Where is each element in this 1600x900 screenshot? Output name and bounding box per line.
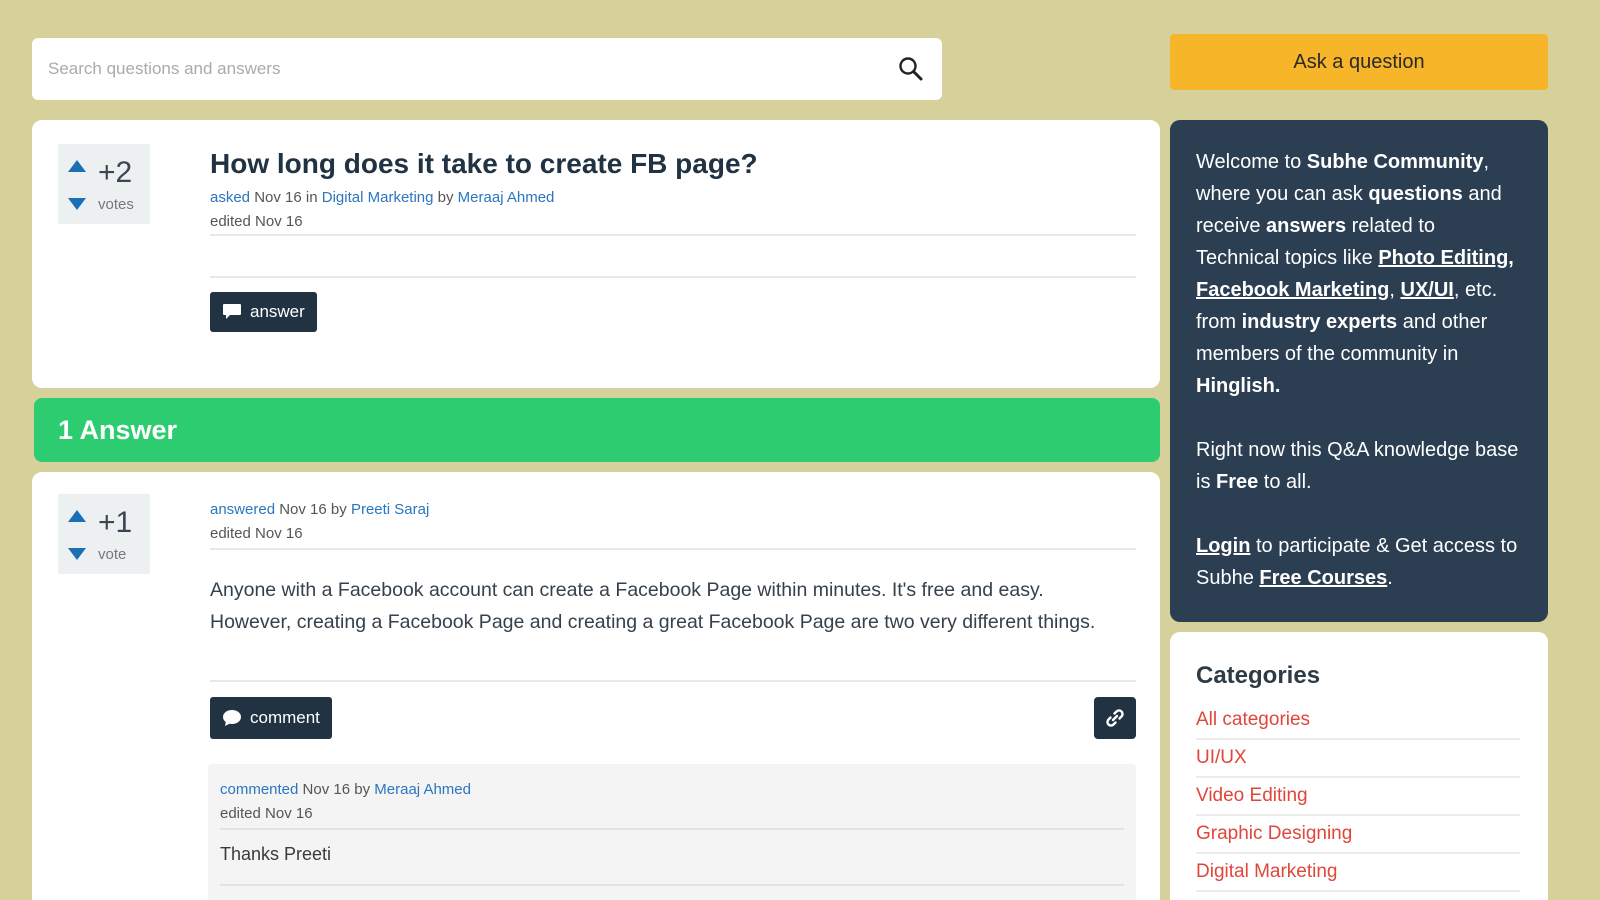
vote-count: +1	[98, 506, 133, 539]
answer-text: Anyone with a Facebook account can creat…	[210, 579, 1096, 633]
questions-highlight: questions	[1368, 183, 1463, 205]
answers-count-header: 1 Answer	[34, 398, 1160, 462]
asked-date: Nov 16	[254, 189, 302, 206]
community-name: Subhe Community	[1306, 151, 1484, 173]
topic-link-ux-ui[interactable]: UX/UI	[1401, 279, 1454, 301]
question-title[interactable]: How long does it take to create FB page?	[210, 148, 758, 180]
vote-count: +2	[98, 156, 133, 189]
search-input[interactable]	[48, 59, 896, 79]
search-bar	[32, 38, 942, 100]
answered-date: Nov 16	[279, 501, 327, 518]
vote-up-icon[interactable]	[68, 160, 86, 172]
free-courses-link[interactable]: Free Courses	[1259, 567, 1387, 589]
comment: commented Nov 16 by Meraaj Ahmed edited …	[208, 764, 1136, 900]
welcome-text: to all.	[1258, 471, 1312, 493]
answers-highlight: answers	[1266, 215, 1347, 237]
welcome-panel: Welcome to Subhe Community, where you ca…	[1170, 120, 1548, 622]
welcome-text: .	[1387, 567, 1393, 589]
categories-title: Categories	[1196, 662, 1321, 689]
edited-date: edited Nov 16	[210, 213, 303, 230]
divider	[220, 828, 1124, 830]
comment-meta: commented Nov 16 by Meraaj Ahmed edited …	[220, 778, 471, 826]
search-icon[interactable]	[896, 54, 926, 84]
divider	[210, 276, 1136, 278]
experts-highlight: industry experts	[1241, 311, 1398, 333]
hinglish-highlight: Hinglish.	[1196, 375, 1281, 397]
divider	[210, 680, 1136, 682]
category-item-all[interactable]: All categories	[1196, 702, 1520, 740]
ask-question-button[interactable]: Ask a question	[1170, 34, 1548, 90]
by-word: by	[354, 781, 371, 798]
topic-separator: ,	[1508, 247, 1514, 269]
topic-link-facebook-marketing[interactable]: Facebook Marketing	[1196, 279, 1389, 301]
vote-down-icon[interactable]	[68, 198, 86, 210]
question-card: +2 votes How long does it take to create…	[32, 120, 1160, 388]
author-link[interactable]: Meraaj Ahmed	[458, 189, 555, 206]
answered-link[interactable]: answered	[210, 501, 275, 518]
category-item-digital-marketing[interactable]: Digital Marketing	[1196, 854, 1520, 892]
topic-link-photo-editing[interactable]: Photo Editing	[1378, 247, 1508, 269]
vote-label: votes	[98, 196, 134, 213]
link-icon	[1106, 709, 1124, 727]
by-word: by	[437, 189, 454, 206]
category-link[interactable]: Digital Marketing	[322, 189, 434, 206]
comment-button-label: comment	[250, 708, 320, 727]
login-link[interactable]: Login	[1196, 535, 1250, 557]
categories-panel: Categories All categories UI/UX Video Ed…	[1170, 632, 1548, 900]
edited-date: edited Nov 16	[220, 805, 313, 822]
welcome-paragraph: Welcome to Subhe Community, where you ca…	[1196, 146, 1522, 402]
share-link-button[interactable]	[1094, 697, 1136, 739]
answer-vote-box: +1 vote	[58, 494, 150, 574]
free-highlight: Free	[1216, 471, 1259, 493]
vote-down-icon[interactable]	[68, 548, 86, 560]
speech-bubble-icon	[223, 710, 241, 726]
welcome-text: Welcome to	[1196, 151, 1307, 173]
question-vote-box: +2 votes	[58, 144, 150, 224]
asked-link[interactable]: asked	[210, 189, 250, 206]
question-meta: asked Nov 16 in Digital Marketing by Mer…	[210, 186, 554, 234]
categories-list: All categories UI/UX Video Editing Graph…	[1196, 702, 1520, 892]
divider	[220, 884, 1124, 886]
login-paragraph: Login to participate & Get access to Sub…	[1196, 530, 1522, 594]
answer-card: +1 vote answered Nov 16 by Preeti Saraj …	[32, 472, 1160, 900]
speech-bubble-icon	[223, 304, 241, 319]
commented-date: Nov 16	[302, 781, 351, 798]
author-link[interactable]: Meraaj Ahmed	[374, 781, 471, 798]
category-item-video-editing[interactable]: Video Editing	[1196, 778, 1520, 816]
comment-text: Thanks Preeti	[220, 844, 332, 864]
vote-label: vote	[98, 546, 127, 563]
divider	[210, 548, 1136, 550]
commented-link[interactable]: commented	[220, 781, 298, 798]
in-word: in	[305, 189, 318, 206]
category-item-graphic-designing[interactable]: Graphic Designing	[1196, 816, 1520, 854]
comment-button[interactable]: comment	[210, 697, 332, 739]
category-item-ui-ux[interactable]: UI/UX	[1196, 740, 1520, 778]
author-link[interactable]: Preeti Saraj	[351, 501, 429, 518]
vote-up-icon[interactable]	[68, 510, 86, 522]
edited-date: edited Nov 16	[210, 525, 303, 542]
answer-button[interactable]: answer	[210, 292, 317, 332]
topic-separator: ,	[1389, 279, 1401, 301]
divider	[210, 234, 1136, 236]
answer-meta: answered Nov 16 by Preeti Saraj edited N…	[210, 498, 429, 546]
free-paragraph: Right now this Q&A knowledge base is Fre…	[1196, 434, 1522, 498]
by-word: by	[330, 501, 347, 518]
answer-button-label: answer	[250, 302, 305, 321]
